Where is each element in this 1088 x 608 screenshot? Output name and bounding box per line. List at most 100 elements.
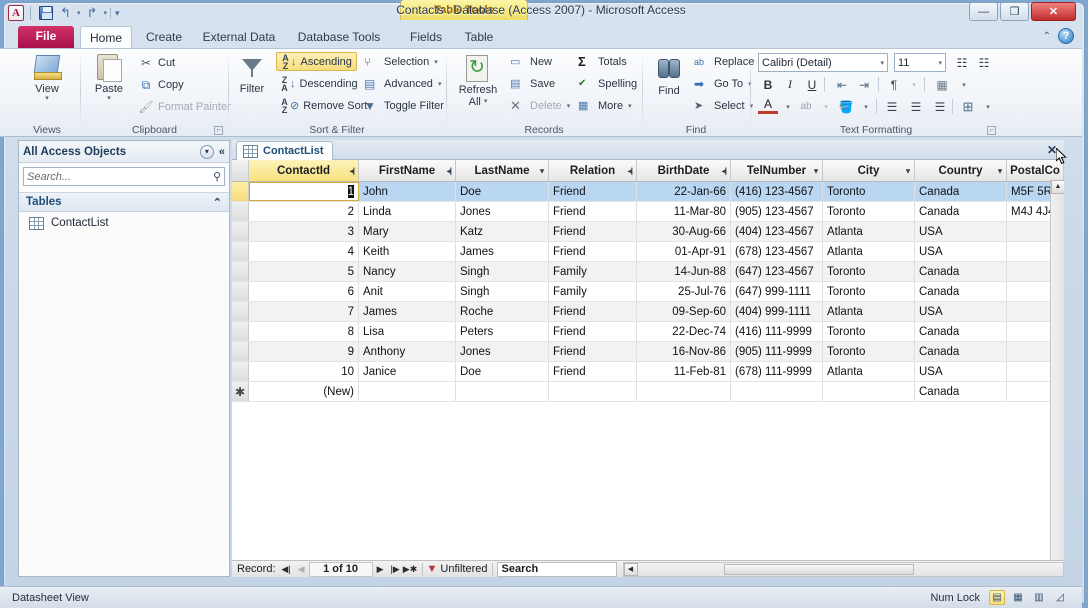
new-record-row[interactable]: ✱ (New) Canada [232,382,1064,402]
chevron-down-icon[interactable]: ▾ [540,166,544,175]
filter-button[interactable]: Filter [230,55,274,95]
totals-button[interactable]: Σ Totals [578,52,627,71]
cell-birthdate[interactable]: 22-Jan-66 [637,182,731,201]
tab-database-tools[interactable]: Database Tools [286,26,392,48]
cell-country[interactable]: USA [915,302,1007,321]
sort-filter-indicator-icon[interactable]: ◂| [722,166,727,175]
new-record-button[interactable]: ▭ New [510,52,552,71]
column-header-lastname[interactable]: LastName ▾ [456,160,549,181]
pivottable-view-button[interactable]: ▦ [1010,590,1026,605]
new-cell-lastname[interactable] [456,382,549,401]
help-icon[interactable]: ? [1058,28,1074,44]
font-color-dropdown-icon[interactable]: ▾ [778,97,798,116]
chevron-down-icon[interactable]: ▾ [938,59,942,67]
new-cell-contactid[interactable]: (New) [249,382,359,401]
more-button[interactable]: ▦ More ▾ [578,96,632,115]
sort-filter-indicator-icon[interactable]: ◂| [628,166,633,175]
cell-birthdate[interactable]: 11-Feb-81 [637,362,731,381]
cell-firstname[interactable]: Keith [359,242,456,261]
new-record-button[interactable]: ▶✱ [403,564,418,575]
cell-firstname[interactable]: Linda [359,202,456,221]
cell-telnumber[interactable]: (678) 123-4567 [731,242,823,261]
cell-birthdate[interactable]: 25-Jul-76 [637,282,731,301]
text-direction-button[interactable]: ¶ [884,75,904,94]
cell-firstname[interactable]: John [359,182,456,201]
search-icon[interactable]: ⚲ [213,170,221,183]
cell-contactid[interactable]: 8 [249,322,359,341]
cell-lastname[interactable]: Doe [456,182,549,201]
cell-country[interactable]: USA [915,242,1007,261]
cell-city[interactable]: Toronto [823,182,915,201]
more-dropdown-icon[interactable]: ▾ [628,102,632,110]
gridlines-style-dropdown-icon[interactable]: ▾ [978,97,998,116]
cell-city[interactable]: Atlanta [823,362,915,381]
cell-city[interactable]: Toronto [823,342,915,361]
scroll-left-button[interactable]: ◀ [623,562,638,576]
row-selector[interactable] [232,242,249,261]
nav-group-tables[interactable]: Tables ⌃ [19,192,229,212]
cell-city[interactable]: Toronto [823,282,915,301]
cell-country[interactable]: Canada [915,282,1007,301]
cell-birthdate[interactable]: 30-Aug-66 [637,222,731,241]
remove-sort-button[interactable]: A Z ⊘ Remove Sort [280,96,367,115]
cell-relation[interactable]: Friend [549,202,637,221]
table-row[interactable]: 9 Anthony Jones Friend 16-Nov-86 (905) 111-99… [232,342,1064,362]
advanced-dropdown-icon[interactable]: ▾ [438,80,442,88]
row-selector[interactable] [232,362,249,381]
cell-city[interactable]: Toronto [823,322,915,341]
refresh-dropdown-icon[interactable]: ▾ [484,96,488,108]
column-header-telnumber[interactable]: TelNumber ▾ [731,160,823,181]
cell-birthdate[interactable]: 22-Dec-74 [637,322,731,341]
ascending-button[interactable]: A Z ↓ Ascending [276,52,357,71]
align-left-button[interactable]: ☰ [882,97,902,116]
cell-firstname[interactable]: Nancy [359,262,456,281]
cell-country[interactable]: Canada [915,322,1007,341]
descending-button[interactable]: Z A ↓ Descending [280,74,357,93]
chevron-down-icon[interactable]: ▾ [998,166,1002,175]
cell-relation[interactable]: Family [549,262,637,281]
column-header-contactid[interactable]: ContactId ◂| [249,160,359,181]
minimize-button[interactable]: — [969,2,998,21]
cell-relation[interactable]: Friend [549,222,637,241]
cell-birthdate[interactable]: 14-Jun-88 [637,262,731,281]
toggle-filter-button[interactable]: ▼ Toggle Filter [364,96,444,115]
cell-telnumber[interactable]: (416) 123-4567 [731,182,823,201]
cell-relation[interactable]: Friend [549,242,637,261]
table-row[interactable]: 5 Nancy Singh Family 14-Jun-88 (647) 123-4567… [232,262,1064,282]
column-header-postalcode[interactable]: PostalCo [1007,160,1064,181]
cell-telnumber[interactable]: (404) 123-4567 [731,222,823,241]
selection-dropdown-icon[interactable]: ▾ [434,58,438,66]
hscroll-thumb[interactable] [723,563,914,575]
cell-firstname[interactable]: Mary [359,222,456,241]
horizontal-scrollbar[interactable]: ◀ [622,561,1064,577]
new-cell-city[interactable] [823,382,915,401]
table-row[interactable]: 2 Linda Jones Friend 11-Mar-80 (905) 123-4567… [232,202,1064,222]
pivotchart-view-button[interactable]: ▥ [1031,590,1047,605]
bulleted-list-button[interactable]: ☷ [952,53,972,72]
chevron-up-icon[interactable]: ⌃ [213,196,222,209]
cell-city[interactable]: Atlanta [823,242,915,261]
cell-contactid[interactable]: 4 [249,242,359,261]
navigation-pane-header[interactable]: All Access Objects ▾ « [19,141,229,163]
delete-dropdown-icon[interactable]: ▾ [567,102,571,110]
table-row[interactable]: 8 Lisa Peters Friend 22-Dec-74 (416) 111-9999… [232,322,1064,342]
cell-country[interactable]: Canada [915,182,1007,201]
cell-birthdate[interactable]: 16-Nov-86 [637,342,731,361]
cell-relation[interactable]: Friend [549,342,637,361]
tab-external-data[interactable]: External Data [192,26,286,48]
paste-button[interactable]: Paste ▾ [86,52,132,103]
vertical-scrollbar[interactable]: ▲ ▼ [1050,180,1064,560]
close-button[interactable]: ✕ [1031,2,1076,21]
italic-button[interactable]: I [780,75,800,94]
cell-city[interactable]: Atlanta [823,302,915,321]
datasheet-gridlines-button[interactable]: ▦ [932,75,952,94]
column-header-birthdate[interactable]: BirthDate ◂| [637,160,731,181]
cell-contactid[interactable]: 2 [249,202,359,221]
row-selector[interactable] [232,302,249,321]
cell-telnumber[interactable]: (647) 123-4567 [731,262,823,281]
tab-home[interactable]: Home [80,26,132,48]
text-direction-dropdown-icon[interactable]: ▾ [904,75,924,94]
cell-country[interactable]: USA [915,362,1007,381]
cell-city[interactable]: Toronto [823,202,915,221]
row-selector[interactable] [232,182,249,201]
